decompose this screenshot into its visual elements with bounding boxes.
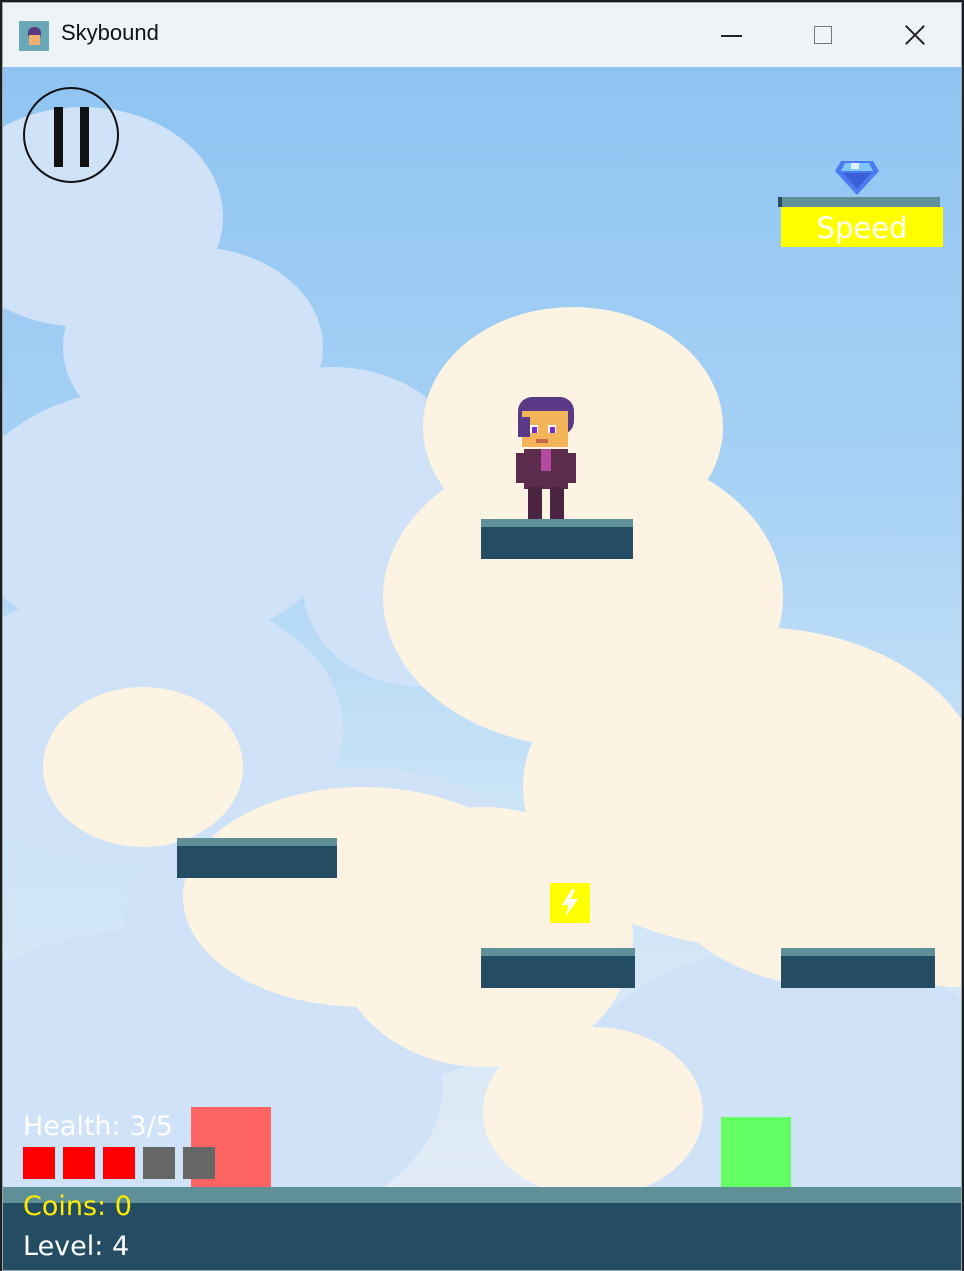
pause-button[interactable] (23, 87, 119, 183)
minimize-button[interactable] (711, 15, 751, 55)
ground-platform (3, 1187, 961, 1270)
platform (481, 519, 633, 559)
app-icon (19, 21, 49, 51)
coins-label: Coins: 0 (23, 1191, 132, 1222)
health-cell (183, 1147, 215, 1179)
speed-powerup-label: Speed (816, 211, 908, 245)
health-cell (143, 1147, 175, 1179)
gem-icon (835, 157, 879, 195)
health-cell (103, 1147, 135, 1179)
game-canvas[interactable]: Speed Health: 3/5 Coins: 0 Level: 4 (3, 67, 961, 1270)
game-window: Skybound Speed Health: 3/5 Coins: 0 Leve… (2, 2, 962, 1271)
window-title: Skybound (61, 20, 159, 45)
health-cell (23, 1147, 55, 1179)
speed-powerup: Speed (781, 207, 943, 247)
player-character (508, 393, 588, 519)
pause-icon (54, 107, 63, 167)
green-block-goal (721, 1117, 791, 1187)
lightning-bolt-icon (550, 883, 590, 923)
platform (481, 948, 635, 988)
powerup-ledge (778, 197, 940, 207)
maximize-button[interactable] (803, 15, 843, 55)
platform (177, 838, 337, 878)
health-cell (63, 1147, 95, 1179)
health-label: Health: 3/5 (23, 1111, 173, 1142)
close-button[interactable] (895, 15, 935, 55)
platform (781, 948, 935, 988)
title-bar[interactable]: Skybound (3, 3, 961, 67)
level-label: Level: 4 (23, 1231, 130, 1262)
